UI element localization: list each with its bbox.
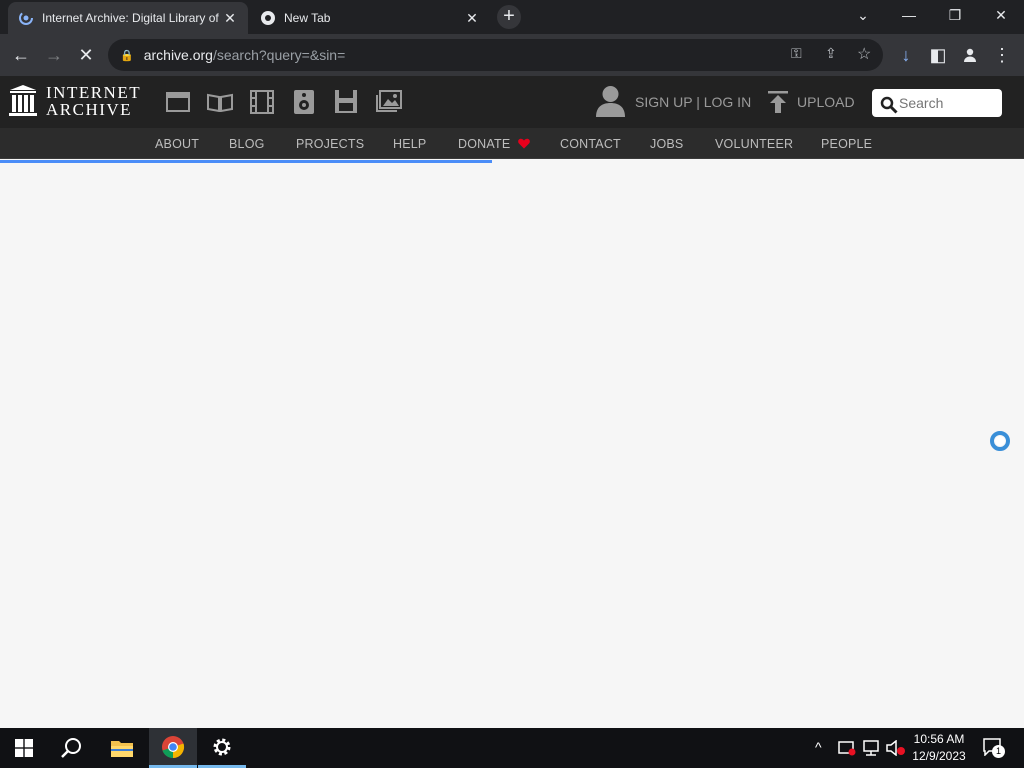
volume-muted-icon[interactable] <box>886 740 906 756</box>
settings-taskbar-button[interactable] <box>198 728 246 768</box>
download-icon[interactable]: ↓ <box>893 42 919 68</box>
ia-logo-text[interactable]: INTERNET ARCHIVE <box>46 84 141 118</box>
signup-login-link[interactable]: SIGN UP | LOG IN <box>635 94 751 110</box>
close-window-icon[interactable]: ✕ <box>978 0 1024 30</box>
restore-icon[interactable]: ❐ <box>932 0 978 30</box>
web-icon[interactable] <box>166 92 190 112</box>
nav-help[interactable]: HELP <box>393 137 426 151</box>
nav-people[interactable]: PEOPLE <box>821 137 872 151</box>
page-load-progress-bar <box>0 160 492 163</box>
user-avatar-icon[interactable] <box>596 85 625 117</box>
nav-about[interactable]: ABOUT <box>155 137 199 151</box>
ia-main-nav: ABOUT BLOG PROJECTS HELP DONATE CONTACT … <box>0 128 1024 159</box>
heart-icon <box>518 138 530 149</box>
tab-title: Internet Archive: Digital Library of <box>42 11 219 25</box>
clock-date: 12/9/2023 <box>912 749 966 763</box>
minimize-icon[interactable]: — <box>886 0 932 30</box>
search-icon <box>61 738 81 758</box>
nav-donate[interactable]: DONATE <box>458 137 530 151</box>
upload-icon[interactable] <box>768 91 788 113</box>
nav-projects[interactable]: PROJECTS <box>296 137 364 151</box>
tab-search-icon[interactable]: ⌄ <box>840 0 886 30</box>
profile-icon[interactable] <box>957 42 983 68</box>
texts-icon[interactable] <box>207 93 233 112</box>
new-tab-button[interactable]: + <box>497 5 521 29</box>
tab-internet-archive[interactable]: Internet Archive: Digital Library of ✕ <box>8 2 248 34</box>
bookmark-star-icon[interactable]: ☆ <box>857 44 871 64</box>
action-center-button[interactable]: 1 <box>983 738 1005 758</box>
ia-top-header: INTERNET ARCHIVE SIGN UP | LOG IN UPLOAD <box>0 76 1024 128</box>
browser-tab-strip: Internet Archive: Digital Library of ✕ N… <box>0 0 1024 34</box>
search-box[interactable] <box>872 89 1002 117</box>
chrome-taskbar-button[interactable] <box>149 728 197 768</box>
clock-time: 10:56 AM <box>913 732 965 746</box>
search-input[interactable] <box>899 93 997 113</box>
lock-icon: 🔒 <box>120 49 134 62</box>
nav-contact[interactable]: CONTACT <box>560 137 621 151</box>
system-clock[interactable]: 10:56 AM 12/9/2023 <box>912 731 966 765</box>
url-path: /search?query=&sin= <box>212 47 346 63</box>
nav-donate-label: DONATE <box>458 137 511 151</box>
search-icon <box>880 96 898 114</box>
windows-taskbar: ^ 10:56 AM 12/9/2023 1 <box>0 728 1024 768</box>
nav-volunteer[interactable]: VOLUNTEER <box>715 137 793 151</box>
loading-spinner-icon <box>990 431 1010 451</box>
network-icon[interactable] <box>862 740 882 756</box>
sync-error-icon[interactable] <box>838 740 856 756</box>
url-domain: archive.org <box>143 47 213 63</box>
taskbar-search-button[interactable] <box>48 728 96 768</box>
folder-icon <box>111 741 133 757</box>
logo-line-2: ARCHIVE <box>46 100 133 119</box>
browser-toolbar: ← → ✕ 🔒 archive.org /search?query=&sin= … <box>0 34 1024 76</box>
share-icon[interactable]: ⇪ <box>825 45 837 62</box>
ia-logo-icon[interactable] <box>9 84 37 117</box>
logo-line-1: INTERNET <box>46 83 142 102</box>
show-hidden-icons-chevron-icon[interactable]: ^ <box>815 739 822 755</box>
chrome-icon <box>162 735 185 758</box>
nav-blog[interactable]: BLOG <box>229 137 265 151</box>
nav-jobs[interactable]: JOBS <box>650 137 683 151</box>
chrome-icon <box>261 11 275 25</box>
tab-new-tab[interactable]: New Tab ✕ <box>250 2 490 34</box>
tab-close-icon[interactable]: ✕ <box>464 10 480 27</box>
start-button[interactable] <box>0 728 48 768</box>
back-icon[interactable]: ← <box>8 42 34 68</box>
software-icon[interactable] <box>334 89 358 114</box>
page-content <box>0 163 1024 728</box>
images-icon[interactable] <box>376 90 402 112</box>
loading-favicon-icon <box>19 11 33 25</box>
file-explorer-button[interactable] <box>98 728 146 768</box>
audio-icon[interactable] <box>293 89 315 115</box>
address-bar[interactable]: 🔒 archive.org /search?query=&sin= ⚿ ⇪ ☆ <box>108 39 883 71</box>
stop-loading-icon[interactable]: ✕ <box>73 42 99 68</box>
tab-close-icon[interactable]: ✕ <box>222 10 238 27</box>
upload-link[interactable]: UPLOAD <box>797 94 855 110</box>
side-panel-icon[interactable]: ◧ <box>925 42 951 68</box>
gear-icon <box>213 738 231 755</box>
video-icon[interactable] <box>250 90 274 114</box>
key-icon[interactable]: ⚿ <box>791 45 802 62</box>
windows-logo-icon <box>15 739 33 757</box>
notification-count-badge: 1 <box>992 745 1005 758</box>
tab-title: New Tab <box>284 11 331 25</box>
menu-kebab-icon[interactable]: ⋮ <box>989 42 1015 68</box>
forward-icon[interactable]: → <box>41 42 67 68</box>
